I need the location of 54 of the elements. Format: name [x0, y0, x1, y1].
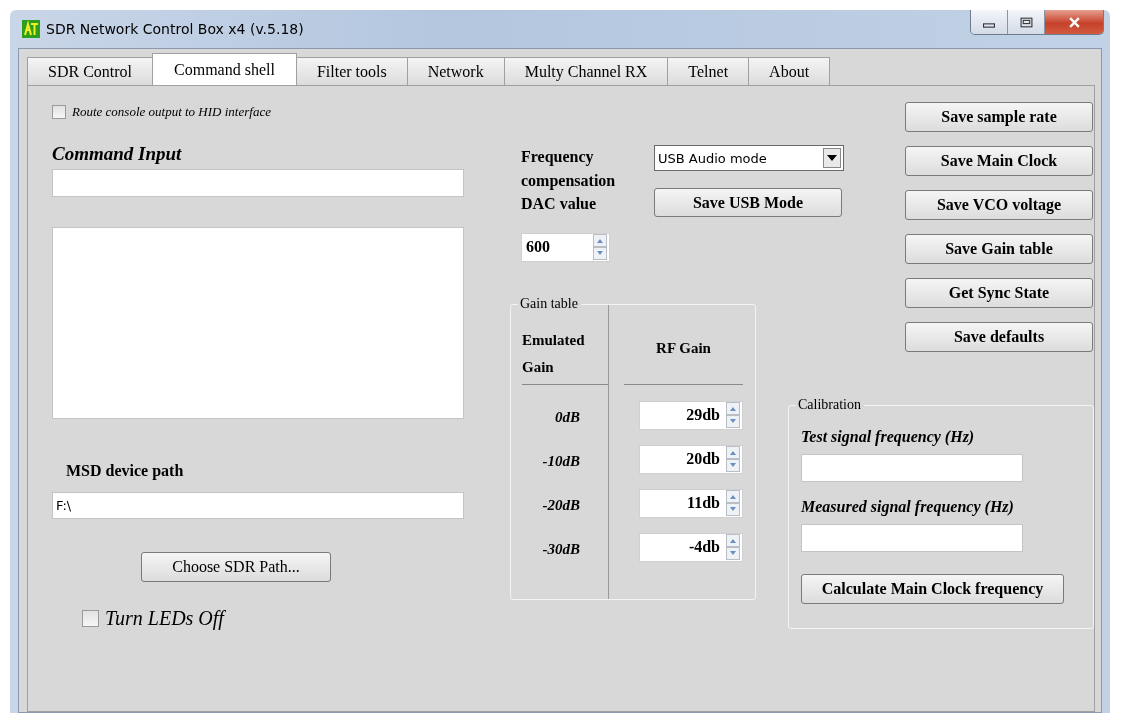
- command-input-label: Command Input: [52, 143, 183, 165]
- checkbox-label: Route console output to HID interface: [72, 104, 271, 120]
- choose-path-button[interactable]: Choose SDR Path...: [141, 552, 331, 582]
- maximize-button[interactable]: [1008, 10, 1045, 34]
- rf-gain-spinner[interactable]: 20db: [639, 444, 743, 474]
- tab[interactable]: Filter tools: [295, 57, 408, 85]
- action-button[interactable]: Save Gain table: [905, 234, 1093, 264]
- msd-path-field[interactable]: F:\: [52, 492, 464, 519]
- emulated-gain-label: -20dB: [541, 495, 580, 515]
- spin-arrows-icon: [726, 446, 740, 472]
- spin-arrows-icon: [726, 402, 740, 428]
- frequency-compensation-label: Frequency compensation DAC value: [521, 147, 617, 214]
- column-header: Emulated Gain: [522, 326, 608, 385]
- usb-mode-dropdown[interactable]: USB Audio mode: [654, 145, 844, 171]
- action-button[interactable]: Save defaults: [905, 322, 1093, 352]
- column-header: RF Gain: [624, 326, 743, 385]
- spin-arrows-icon: [726, 534, 740, 560]
- tab[interactable]: Command shell: [152, 53, 297, 85]
- calibration-field-label: Test signal frequency (Hz): [801, 428, 976, 446]
- checkbox[interactable]: [82, 610, 99, 627]
- action-button[interactable]: Save Main Clock: [905, 146, 1093, 176]
- emulated-gain-label: -10dB: [541, 451, 580, 471]
- msd-path-label: MSD device path: [66, 462, 185, 480]
- rf-gain-spinner[interactable]: 11db: [639, 488, 743, 518]
- rf-gain-spinner[interactable]: 29db: [639, 400, 743, 430]
- tab[interactable]: About: [748, 57, 831, 85]
- maximize-icon: [1019, 16, 1033, 28]
- tab[interactable]: SDR Control: [27, 57, 153, 85]
- frequency-input-field[interactable]: [801, 524, 1023, 552]
- tab[interactable]: Network: [406, 57, 505, 85]
- close-icon: [1067, 16, 1081, 28]
- calculate-button[interactable]: Calculate Main Clock frequency: [801, 574, 1064, 604]
- action-button[interactable]: Save VCO voltage: [905, 190, 1093, 220]
- action-button[interactable]: Save sample rate: [905, 102, 1093, 132]
- emulated-gain-label: 0dB: [554, 407, 580, 427]
- command-input-field[interactable]: [52, 169, 464, 197]
- minimize-icon: [983, 22, 995, 28]
- frequency-input-field[interactable]: [801, 454, 1023, 482]
- spin-arrows-icon: [593, 234, 607, 260]
- rf-gain-spinner[interactable]: -4db: [639, 532, 743, 562]
- tab[interactable]: Multy Channel RX: [503, 57, 669, 85]
- minimize-button[interactable]: [971, 10, 1008, 34]
- emulated-gain-label: -30dB: [541, 539, 580, 559]
- save-usb-mode-button[interactable]: Save USB Mode: [654, 188, 842, 217]
- dac-value-spinner[interactable]: 600: [521, 232, 610, 262]
- spin-arrows-icon: [726, 490, 740, 516]
- tab[interactable]: Telnet: [667, 57, 750, 85]
- calibration-field-label: Measured signal frequency (Hz): [801, 498, 1015, 516]
- checkbox-label: Turn LEDs Off: [105, 607, 224, 630]
- checkbox[interactable]: [52, 105, 66, 119]
- window-title: SDR Network Control Box x4 (v.5.18): [46, 21, 304, 37]
- close-button[interactable]: [1045, 10, 1103, 34]
- app-logo-icon: [22, 20, 40, 38]
- action-button[interactable]: Get Sync State: [905, 278, 1093, 308]
